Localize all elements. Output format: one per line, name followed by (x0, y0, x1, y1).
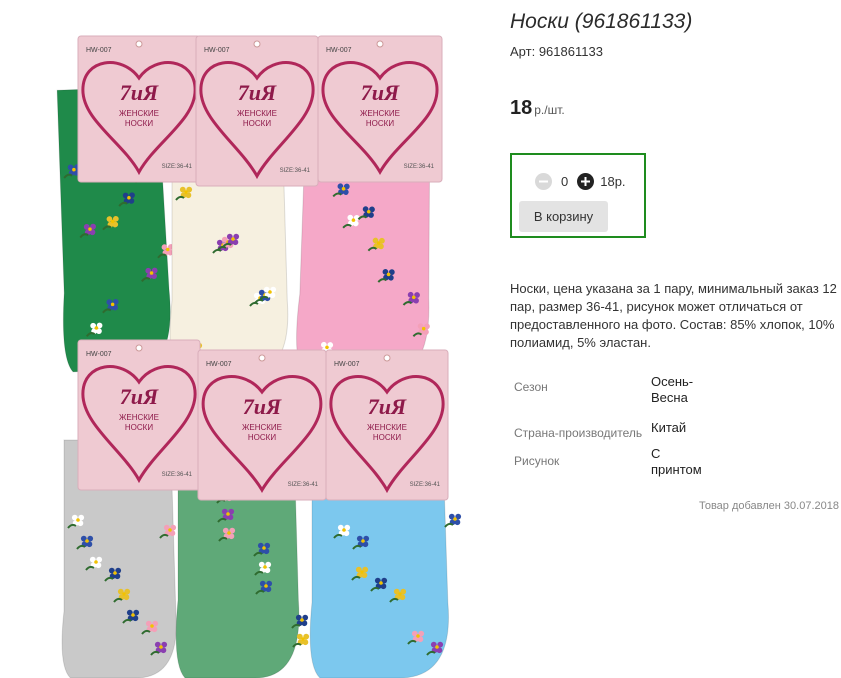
spec-row: Рисунок С принтом (510, 444, 713, 480)
spec-value: С принтом (651, 446, 702, 477)
spec-label: Сезон (514, 380, 548, 394)
svg-text:НОСКИ: НОСКИ (373, 433, 401, 442)
spec-value: Китай (651, 420, 687, 435)
add-to-cart-box: 0 18р. В корзину (510, 153, 646, 238)
svg-text:НОСКИ: НОСКИ (243, 119, 271, 128)
svg-text:HW-007: HW-007 (326, 47, 352, 54)
svg-text:SIZE:36-41: SIZE:36-41 (410, 482, 441, 488)
svg-text:SIZE:36-41: SIZE:36-41 (280, 168, 311, 174)
svg-text:7иЯ: 7иЯ (238, 80, 277, 105)
svg-text:ЖЕНСКИЕ: ЖЕНСКИЕ (119, 413, 159, 422)
price: 18 р./шт. (510, 97, 565, 120)
svg-text:SIZE:36-41: SIZE:36-41 (404, 164, 435, 170)
svg-text:ЖЕНСКИЕ: ЖЕНСКИЕ (367, 423, 407, 432)
spec-row: Страна-производитель Китай (510, 418, 713, 444)
svg-text:7иЯ: 7иЯ (120, 80, 159, 105)
svg-text:НОСКИ: НОСКИ (125, 119, 153, 128)
svg-text:HW-007: HW-007 (86, 351, 112, 358)
svg-text:7иЯ: 7иЯ (243, 394, 282, 419)
svg-text:ЖЕНСКИЕ: ЖЕНСКИЕ (237, 109, 277, 118)
svg-text:НОСКИ: НОСКИ (366, 119, 394, 128)
spec-label: Рисунок (514, 454, 560, 468)
svg-text:HW-007: HW-007 (204, 47, 230, 54)
svg-text:SIZE:36-41: SIZE:36-41 (288, 482, 319, 488)
article-label: Арт: (510, 44, 536, 59)
svg-text:НОСКИ: НОСКИ (125, 423, 153, 432)
svg-text:7иЯ: 7иЯ (368, 394, 407, 419)
product-tag: HW-007 7иЯ ЖЕНСКИЕНОСКИ SIZE:36-41 (77, 35, 201, 183)
svg-text:HW-007: HW-007 (206, 361, 232, 368)
spec-row: Сезон Осень-Весна (510, 372, 713, 418)
specs-table: Сезон Осень-Весна Страна-производитель К… (510, 372, 713, 480)
product-tag: HW-007 7иЯ ЖЕНСКИЕНОСКИ SIZE:36-41 (195, 35, 319, 187)
spec-value: Осень-Весна (651, 374, 694, 405)
svg-text:ЖЕНСКИЕ: ЖЕНСКИЕ (242, 423, 282, 432)
price-value: 18 (510, 97, 533, 119)
product-tag: HW-007 7иЯ ЖЕНСКИЕНОСКИ SIZE:36-41 (317, 35, 443, 183)
quantity-stepper: 0 18р. (535, 172, 626, 190)
svg-text:НОСКИ: НОСКИ (248, 433, 276, 442)
svg-text:HW-007: HW-007 (334, 361, 360, 368)
article-value: 961861133 (538, 44, 603, 59)
add-to-cart-button[interactable]: В корзину (519, 201, 608, 232)
product-tag: HW-007 7иЯ ЖЕНСКИЕНОСКИ SIZE:36-41 (325, 349, 449, 501)
product-tag: HW-007 7иЯ ЖЕНСКИЕНОСКИ SIZE:36-41 (77, 339, 201, 491)
product-description: Носки, цена указана за 1 пару, минимальн… (510, 281, 837, 350)
plus-circle-icon[interactable] (577, 172, 595, 190)
spec-label: Страна-производитель (514, 426, 643, 440)
svg-text:7иЯ: 7иЯ (120, 384, 159, 409)
svg-text:SIZE:36-41: SIZE:36-41 (162, 164, 193, 170)
svg-text:HW-007: HW-007 (86, 47, 112, 54)
svg-text:ЖЕНСКИЕ: ЖЕНСКИЕ (119, 109, 159, 118)
product-tag: HW-007 7иЯ ЖЕНСКИЕНОСКИ SIZE:36-41 (197, 349, 327, 501)
cart-sum: 18р. (600, 173, 626, 189)
minus-circle-icon[interactable] (535, 172, 552, 190)
added-date: Товар добавлен 30.07.2018 (698, 500, 839, 512)
svg-text:SIZE:36-41: SIZE:36-41 (162, 472, 193, 478)
product-title: Носки (961861133) (510, 10, 693, 33)
svg-text:7иЯ: 7иЯ (361, 80, 400, 105)
product-image[interactable]: HW-007 7иЯ ЖЕНСКИЕ НОСКИ SIZE:36-41 HW-007 7иЯ… (0, 0, 496, 678)
article-number: Арт: 961861133 (510, 44, 603, 59)
price-unit: р./шт. (534, 103, 565, 117)
quantity-value[interactable]: 0 (561, 174, 568, 189)
svg-text:ЖЕНСКИЕ: ЖЕНСКИЕ (360, 109, 400, 118)
